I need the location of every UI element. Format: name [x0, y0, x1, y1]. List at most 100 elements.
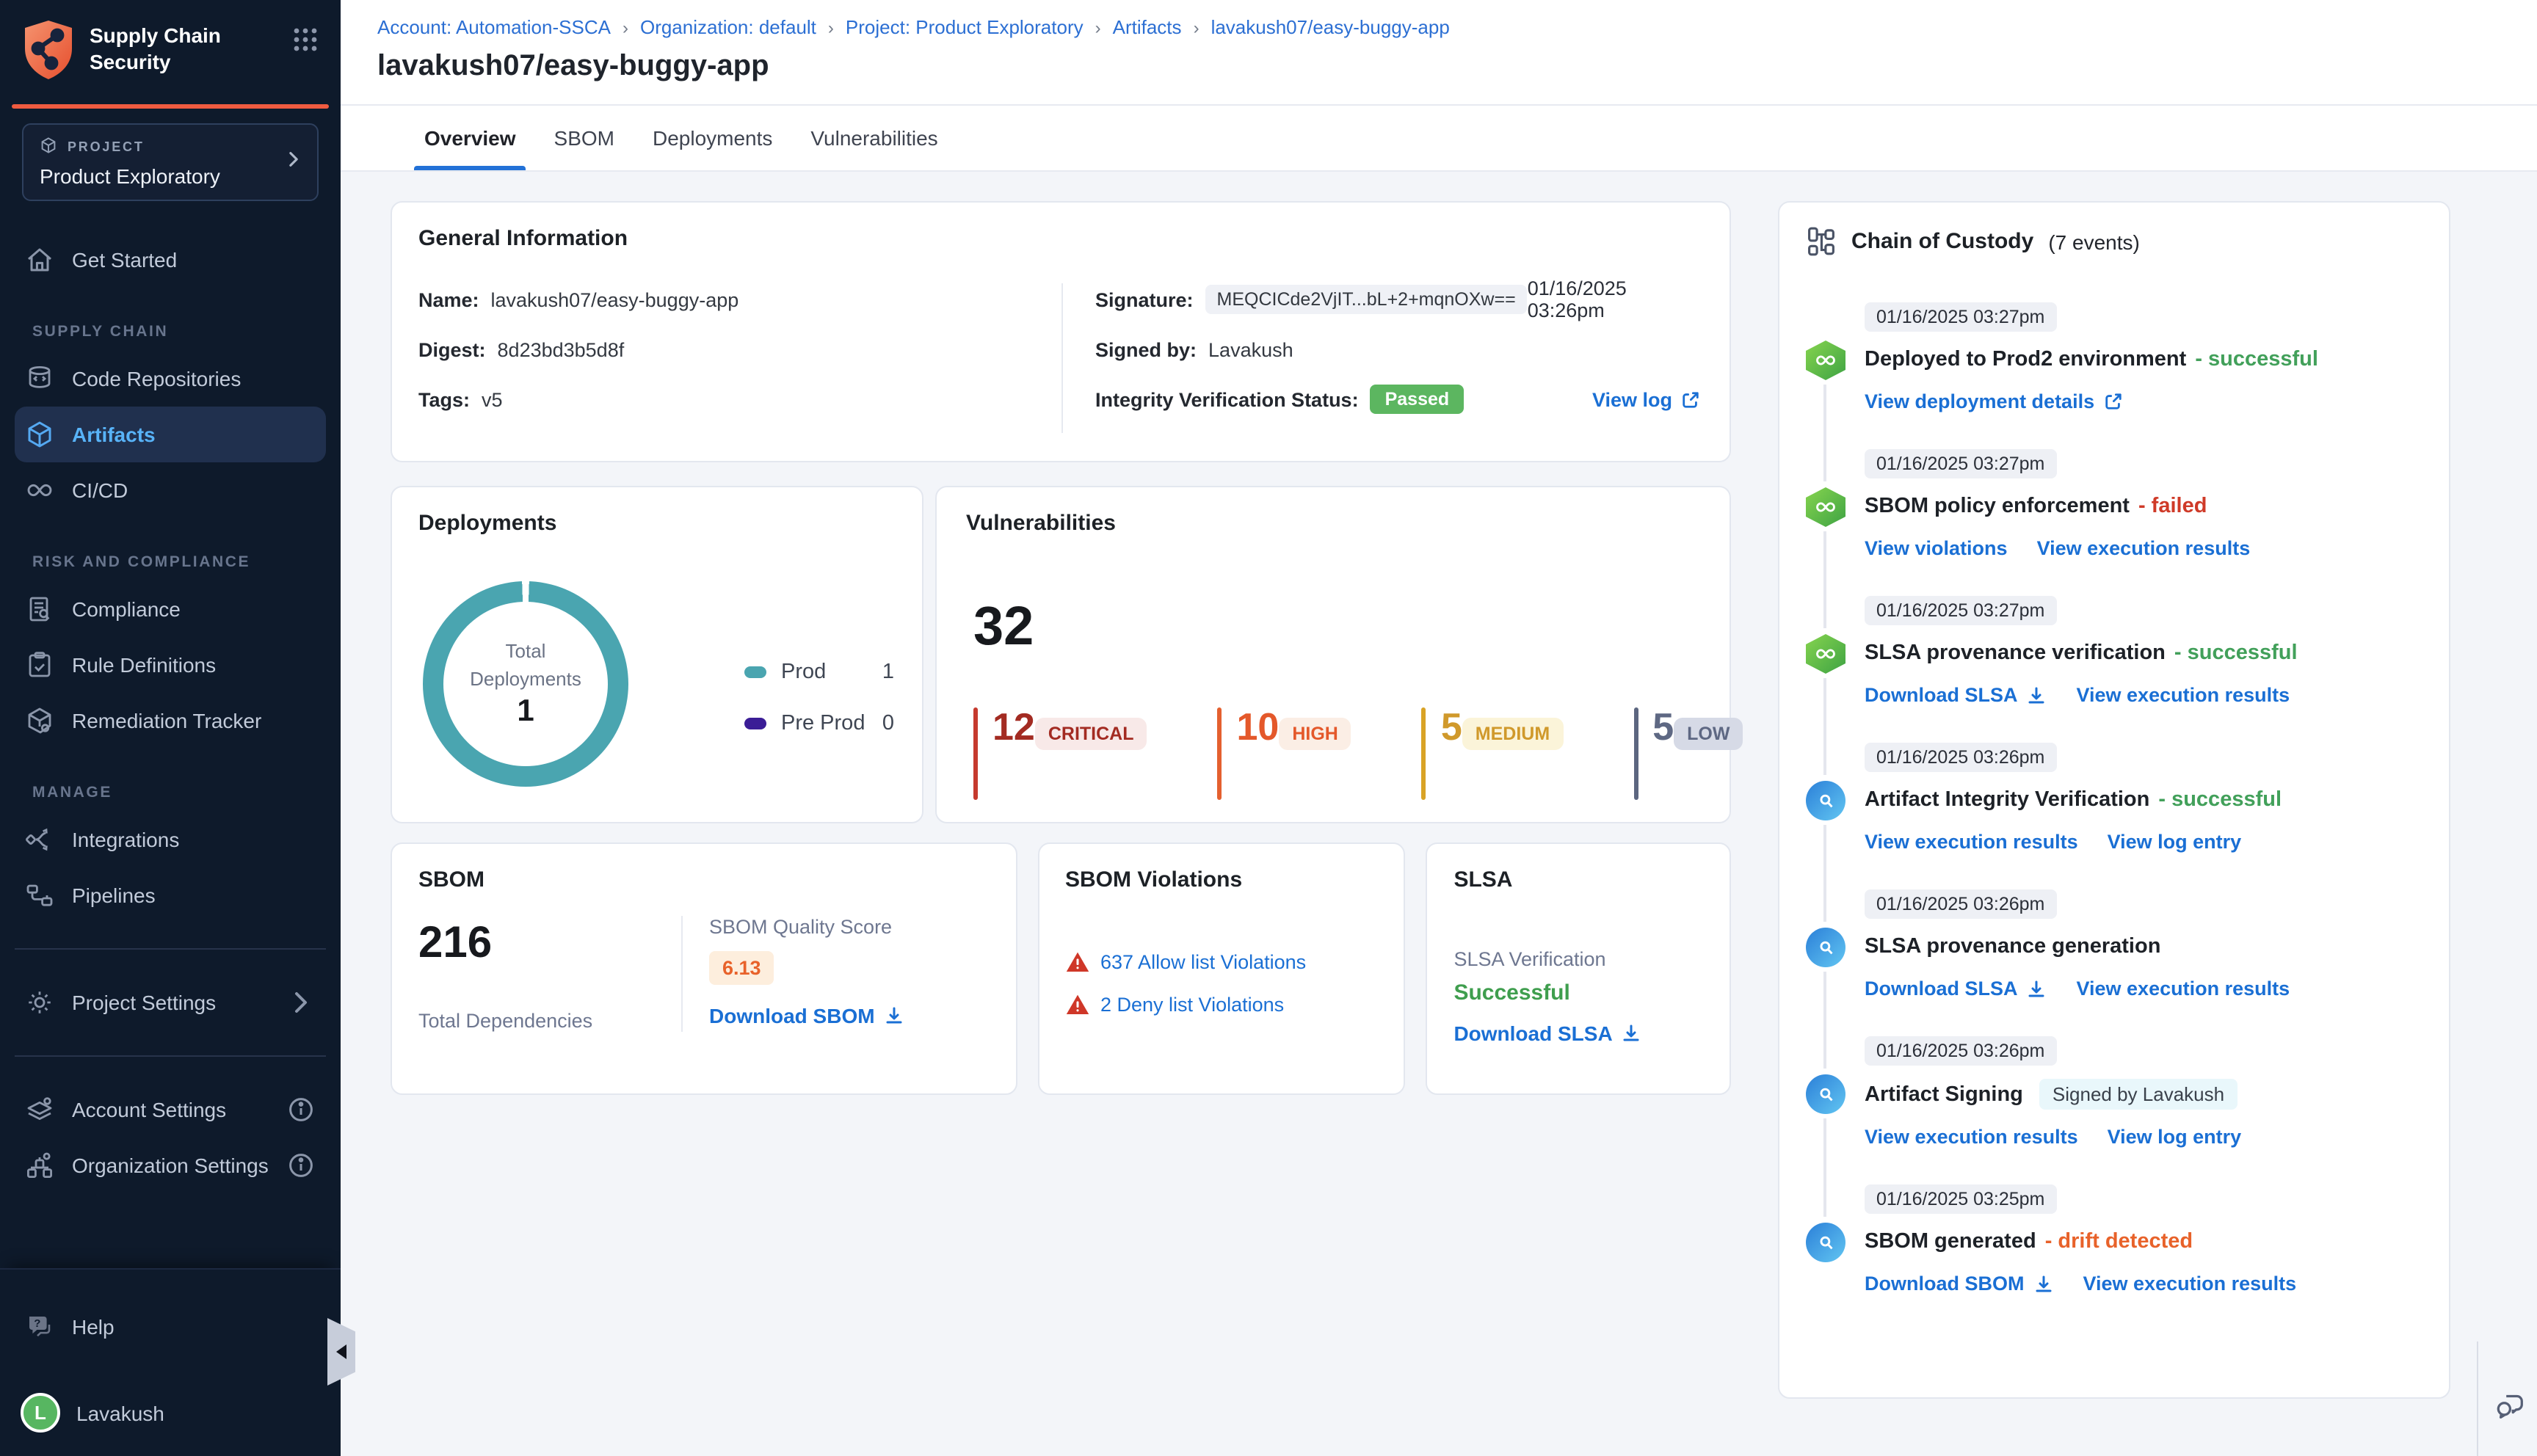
- custody-event: 01/16/2025 03:26pm Artifact Signing Signe…: [1806, 1036, 2422, 1217]
- download-sbom-link[interactable]: Download SBOM: [1865, 1273, 2054, 1295]
- artifact-tags: v5: [482, 388, 503, 410]
- severity-label: MEDIUM: [1462, 718, 1564, 750]
- view-execution-results-link[interactable]: View execution results: [2037, 537, 2251, 559]
- project-selector[interactable]: PROJECT Product Exploratory: [22, 123, 319, 201]
- view-execution-results-link[interactable]: View execution results: [2083, 1273, 2297, 1295]
- sidebar-item-rule-definitions[interactable]: Rule Definitions: [0, 637, 341, 693]
- view-execution-results-link[interactable]: View execution results: [1865, 1126, 2078, 1148]
- collapse-arrow-icon: [336, 1344, 346, 1359]
- sidebar-item-code-repositories[interactable]: Code Repositories: [0, 351, 341, 407]
- sidebar-item-project-settings[interactable]: Project Settings: [0, 975, 341, 1030]
- breadcrumb-current[interactable]: lavakush07/easy-buggy-app: [1211, 16, 1450, 38]
- signed-by-row: Signed by: Lavakush: [1095, 338, 1293, 360]
- card-title: SLSA: [1453, 867, 1513, 892]
- download-icon: [886, 1007, 902, 1024]
- download-icon: [2029, 686, 2044, 703]
- download-sbom-link[interactable]: Download SBOM: [709, 1004, 904, 1027]
- total-dependencies-label: Total Dependencies: [418, 1010, 593, 1032]
- download-slsa-link[interactable]: Download SLSA: [1453, 1022, 1641, 1045]
- view-log-entry-link[interactable]: View log entry: [2108, 1126, 2242, 1148]
- severity-label: CRITICAL: [1034, 718, 1147, 750]
- app-root: Supply Chain Security PROJECT Product Ex…: [0, 0, 2537, 1456]
- download-slsa-link[interactable]: Download SLSA: [1865, 684, 2047, 706]
- signed-by-value: Lavakush: [1208, 338, 1293, 360]
- sidebar-item-compliance[interactable]: Compliance: [0, 581, 341, 637]
- general-info-right: Signature: MEQCICde2VjIT...bL+2+mqnOXw==…: [1095, 277, 1703, 433]
- sidebar-item-organization-settings[interactable]: Organization Settings: [0, 1138, 341, 1193]
- breadcrumb-artifacts[interactable]: Artifacts: [1113, 16, 1182, 38]
- view-deployment-details-link[interactable]: View deployment details: [1865, 390, 2122, 412]
- view-execution-results-link[interactable]: View execution results: [2077, 684, 2290, 706]
- pipeline-icon: [1806, 487, 1845, 527]
- sidebar-item-help[interactable]: ? Help: [0, 1299, 341, 1355]
- card-title: SBOM: [418, 867, 484, 892]
- card-title: General Information: [418, 226, 628, 251]
- pipeline-icon: [1806, 634, 1845, 674]
- vertical-divider: [681, 916, 683, 1032]
- scan-icon: [1806, 928, 1845, 967]
- severity-label: LOW: [1674, 718, 1743, 750]
- sidebar-item-pipelines[interactable]: Pipelines: [0, 867, 341, 923]
- preprod-count: 0: [882, 712, 894, 735]
- breadcrumb-separator: ›: [827, 17, 834, 37]
- event-timestamp: 01/16/2025 03:26pm: [1865, 743, 2057, 772]
- tab-sbom[interactable]: SBOM: [554, 106, 614, 170]
- name-row: Name: lavakush07/easy-buggy-app: [418, 288, 739, 310]
- infinity-icon: [27, 484, 52, 497]
- deployments-card: Deployments Total Deployments 1 Prod 1 P…: [391, 486, 923, 823]
- view-log-link[interactable]: View log: [1592, 388, 1700, 410]
- legend-item-prod: Prod 1: [744, 660, 894, 684]
- allow-list-violations-link[interactable]: 637 Allow list Violations: [1100, 951, 1306, 973]
- brand: Supply Chain Security: [22, 19, 319, 88]
- brand-accent-divider: [12, 104, 329, 109]
- sidebar: Supply Chain Security PROJECT Product Ex…: [0, 0, 355, 1456]
- breadcrumb-organization[interactable]: Organization: default: [640, 16, 816, 38]
- tab-deployments[interactable]: Deployments: [653, 106, 772, 170]
- general-information-card: General Information Name: lavakush07/eas…: [391, 201, 1731, 462]
- info-icon[interactable]: [286, 1095, 316, 1124]
- event-title: SLSA provenance generation: [1865, 935, 2161, 958]
- user-menu[interactable]: L Lavakush: [0, 1393, 341, 1433]
- breadcrumb-project[interactable]: Project: Product Exploratory: [846, 16, 1084, 38]
- events-count: (7 events): [2048, 230, 2140, 253]
- card-title: Deployments: [418, 511, 557, 536]
- deny-list-violations-row: 2 Deny list Violations: [1065, 994, 1377, 1016]
- download-icon: [2036, 1275, 2051, 1292]
- info-icon[interactable]: [286, 1151, 316, 1180]
- chain-of-custody-icon: [1808, 227, 1834, 256]
- severity-bar: [1217, 707, 1222, 800]
- view-execution-results-link[interactable]: View execution results: [1865, 831, 2078, 853]
- tab-vulnerabilities[interactable]: Vulnerabilities: [810, 106, 937, 170]
- event-timestamp: 01/16/2025 03:27pm: [1865, 596, 2057, 625]
- app-grid-icon[interactable]: [292, 26, 319, 60]
- card-title: SBOM Violations: [1065, 867, 1243, 892]
- sidebar-nav: Get Started SUPPLY CHAIN Code Repositori…: [0, 232, 341, 1193]
- view-violations-link[interactable]: View violations: [1865, 537, 2008, 559]
- page-header: Account: Automation-SSCA › Organization:…: [341, 0, 2537, 106]
- event-status: - successful: [2174, 641, 2298, 665]
- view-execution-results-link[interactable]: View execution results: [2077, 978, 2290, 1000]
- severity-breakdown: 12 CRITICAL 10 HIGH 5 MEDIUM 5 LOW: [973, 707, 1743, 800]
- sidebar-item-integrations[interactable]: Integrations: [0, 812, 341, 867]
- donut-total: 1: [517, 694, 534, 728]
- feedback-chat-icon[interactable]: [2493, 1388, 2527, 1430]
- sidebar-item-artifacts[interactable]: Artifacts: [15, 407, 326, 462]
- sbom-totals: 216 Total Dependencies: [418, 916, 681, 1032]
- user-name: Lavakush: [76, 1401, 164, 1424]
- breadcrumb-account[interactable]: Account: Automation-SSCA: [377, 16, 611, 38]
- sidebar-item-account-settings[interactable]: Account Settings: [0, 1082, 341, 1138]
- sidebar-bottom: ? Help L Lavakush: [0, 1268, 341, 1456]
- warning-icon: [1065, 994, 1089, 1014]
- project-name: Product Exploratory: [40, 164, 220, 188]
- tab-overview[interactable]: Overview: [413, 106, 527, 170]
- deny-list-violations-link[interactable]: 2 Deny list Violations: [1100, 994, 1284, 1016]
- sidebar-item-cicd[interactable]: CI/CD: [0, 462, 341, 518]
- download-slsa-link[interactable]: Download SLSA: [1865, 978, 2047, 1000]
- tabs: Overview SBOM Deployments Vulnerabilitie…: [341, 106, 2537, 172]
- deployments-donut-chart: Total Deployments 1: [423, 581, 628, 787]
- sidebar-item-remediation-tracker[interactable]: Remediation Tracker: [0, 693, 341, 749]
- sidebar-item-get-started[interactable]: Get Started: [0, 232, 341, 288]
- card-title: Chain of Custody: [1851, 229, 2034, 254]
- view-log-entry-link[interactable]: View log entry: [2108, 831, 2242, 853]
- download-icon: [2029, 980, 2044, 997]
